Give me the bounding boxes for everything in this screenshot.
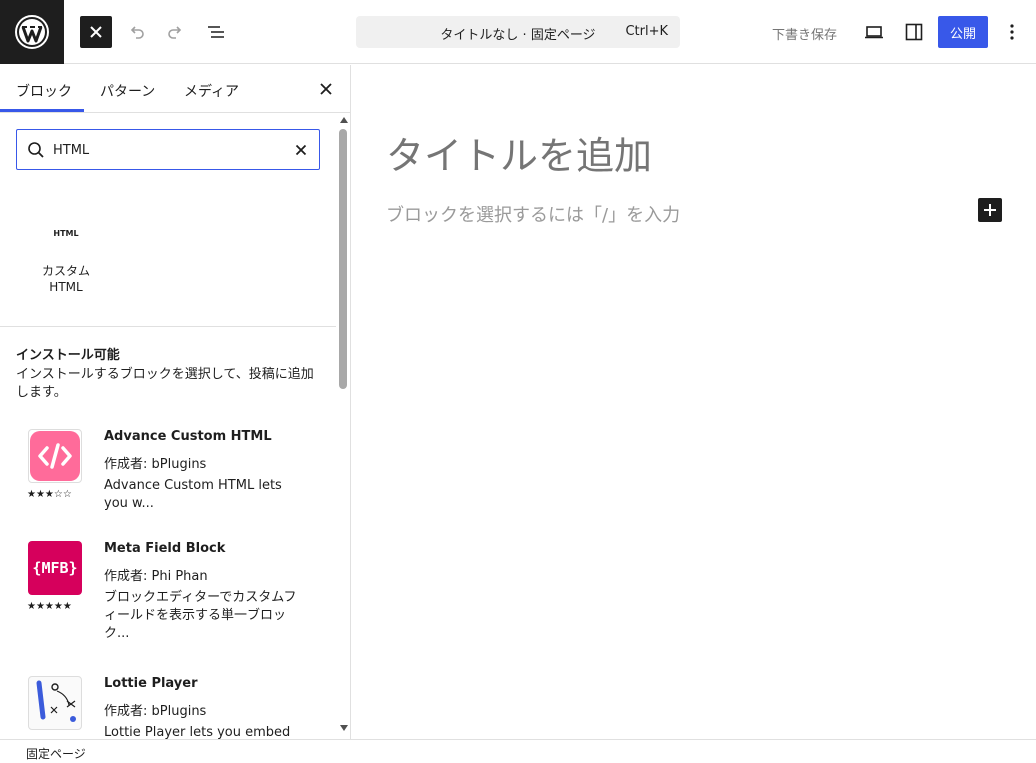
rating-stars: ★★★★★ [27,601,72,612]
html-block-icon: HTML [53,229,79,238]
redo-icon [168,26,182,39]
command-shortcut: Ctrl+K [625,24,668,39]
plugin-name: Meta Field Block [104,541,226,556]
block-item-label-line1: カスタム [41,264,90,278]
installable-description: インストールするブロックを選択して、投稿に追加します。 [16,367,314,400]
plugin-description: Lottie Player lets you embed a... [104,725,291,739]
editor-canvas: タイトルを追加 ブロックを選択するには「/」を入力 [352,65,1036,739]
scroll-thumb[interactable] [339,129,347,389]
search-input[interactable] [53,140,283,160]
close-icon [320,83,332,95]
installable-heading: インストール可能 [16,348,120,363]
inserter-tabs: ブロック パターン メディア [0,65,350,113]
plugin-author: 作成者: Phi Phan [104,569,208,584]
options-menu-button[interactable] [996,16,1028,48]
editor-header: タイトルなし · 固定ページ Ctrl+K 下書き保存 公開 [0,0,1036,64]
wordpress-logo-button[interactable] [0,0,64,64]
tab-blocks[interactable]: ブロック [16,81,72,101]
breadcrumb[interactable]: 固定ページ [26,745,86,762]
block-inserter-panel: ブロック パターン メディア HTML カスタム HTML インストール可能 イ [0,65,351,739]
block-inserter-close-button[interactable] [80,16,112,48]
lottie-sketch-icon [28,676,82,730]
scroll-up-arrow-icon[interactable] [340,117,348,123]
active-tab-indicator [0,109,84,112]
mfb-logo-icon: {MFB} [28,541,82,595]
close-inserter-button[interactable] [316,79,336,99]
plugin-description: ブロックエディターでカスタムフィールドを表示する単一ブロック... [104,590,297,641]
sidebar-toggle-icon [905,23,923,41]
block-item-label: カスタム HTML [20,263,112,295]
undo-icon [130,26,144,39]
undo-button[interactable] [120,16,152,48]
default-block-appender[interactable]: ブロックを選択するには「/」を入力 [386,201,680,227]
redo-button[interactable] [160,16,192,48]
scroll-down-arrow-icon[interactable] [340,725,348,731]
block-item-label-line2: HTML [49,280,83,294]
close-icon [90,26,102,38]
code-brackets-icon [28,429,82,483]
document-bar[interactable]: タイトルなし · 固定ページ Ctrl+K [356,16,680,48]
tab-patterns[interactable]: パターン [100,81,155,101]
clear-search-button[interactable] [291,140,311,160]
close-icon [295,144,307,156]
plus-icon [984,204,996,216]
plugin-name: Advance Custom HTML [104,429,272,444]
section-divider [0,326,336,327]
plugin-item-lottie-player[interactable]: Lottie Player 作成者: bPlugins Lottie Playe… [16,676,336,739]
mfb-logo-text: {MFB} [32,559,78,577]
plugin-author: 作成者: bPlugins [104,704,207,719]
settings-sidebar-button[interactable] [898,16,930,48]
desktop-preview-icon [865,26,883,39]
editor-footer: 固定ページ [0,739,1036,763]
plugin-description: Advance Custom HTML lets you w... [104,478,282,511]
plugin-item-meta-field-block[interactable]: {MFB} ★★★★★ Meta Field Block 作成者: Phi Ph… [16,541,336,651]
plugin-item-advance-custom-html[interactable]: ★★★☆☆ Advance Custom HTML 作成者: bPlugins … [16,429,336,529]
preview-button[interactable] [858,16,890,48]
search-icon [28,142,44,158]
list-view-icon [208,26,224,38]
wordpress-logo-icon [15,15,49,49]
publish-button[interactable]: 公開 [938,16,988,48]
block-search [16,129,320,170]
custom-html-block-item[interactable]: HTML カスタム HTML [20,215,112,295]
save-draft-button[interactable]: 下書き保存 [772,24,837,43]
tab-media[interactable]: メディア [184,81,239,101]
inserter-scrollbar[interactable] [338,117,348,737]
plugin-author: 作成者: bPlugins [104,457,207,472]
post-title-input[interactable]: タイトルを追加 [386,125,652,180]
document-overview-button[interactable] [200,16,232,48]
rating-stars: ★★★☆☆ [27,489,72,500]
add-block-button[interactable] [978,198,1002,222]
more-vertical-icon [1010,24,1014,40]
plugin-name: Lottie Player [104,676,198,691]
